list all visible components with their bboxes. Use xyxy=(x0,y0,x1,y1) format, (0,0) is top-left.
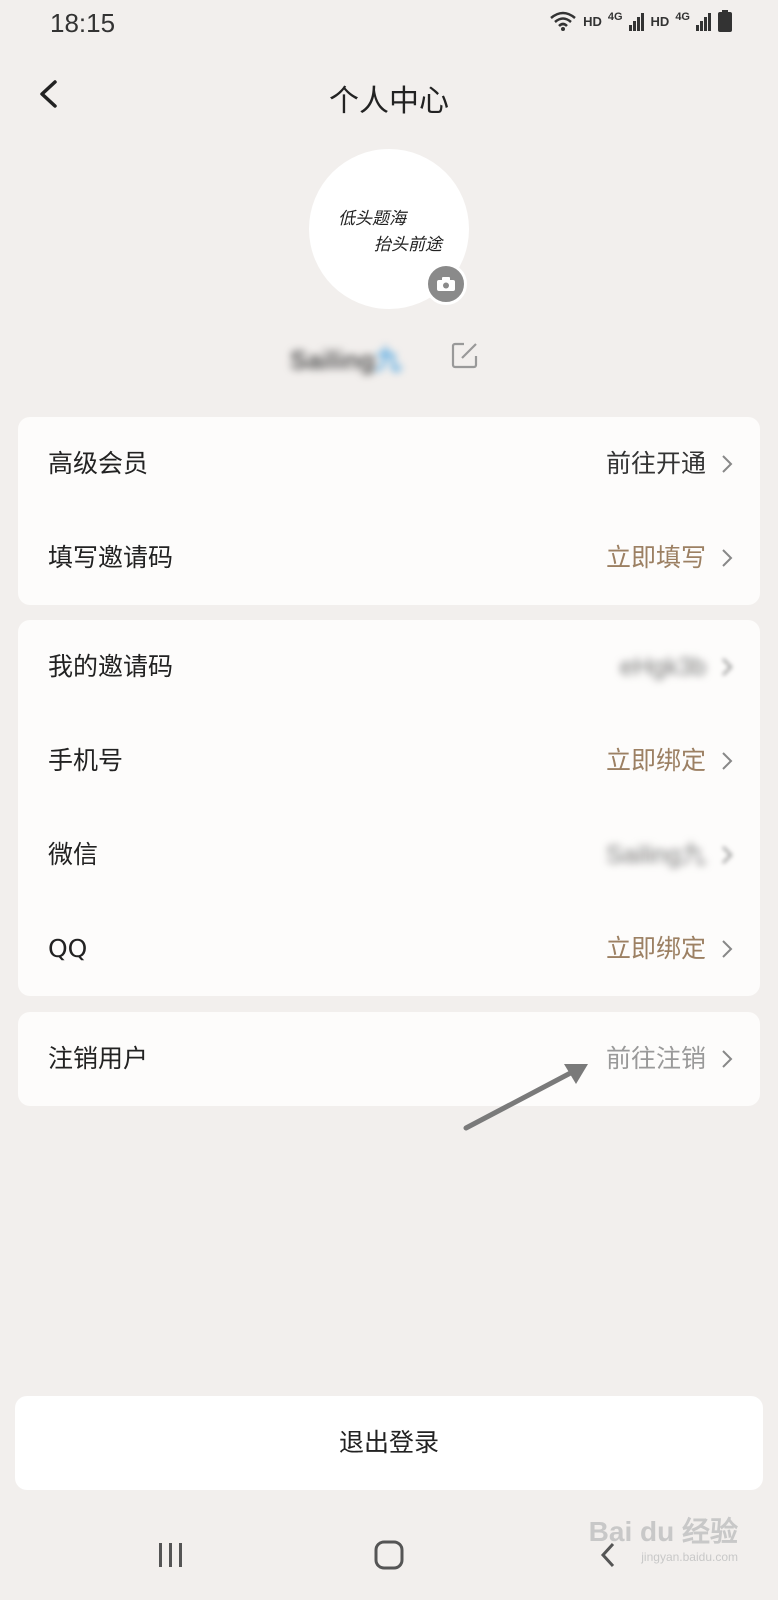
row-label: 手机号 xyxy=(48,746,124,775)
chevron-right-icon xyxy=(722,940,733,958)
network-type-1: 4G xyxy=(607,11,623,23)
page-title: 个人中心 xyxy=(329,84,449,119)
account-deletion-card: 注销用户 前往注销 xyxy=(18,1012,760,1106)
signal-icon-1 xyxy=(628,13,644,31)
row-enter-invite-code[interactable]: 填写邀请码 立即填写 xyxy=(18,511,760,605)
avatar-calligraphy: 低头题海 抬头前途 xyxy=(338,209,445,255)
row-value: 立即填写 xyxy=(605,543,706,572)
row-premium-member[interactable]: 高级会员 前往开通 xyxy=(18,417,760,511)
row-qq[interactable]: QQ 立即绑定 xyxy=(18,902,760,996)
wifi-icon xyxy=(550,11,576,31)
battery-icon xyxy=(718,10,732,32)
account-binding-card: 我的邀请码 eHgk3b 手机号 立即绑定 微信 Sailing九 QQ 立即绑… xyxy=(18,620,760,996)
row-label: 微信 xyxy=(48,840,99,869)
recent-apps-button[interactable] xyxy=(141,1530,201,1580)
hd-label-1: HD xyxy=(583,13,602,29)
row-my-invite-code[interactable]: 我的邀请码 eHgk3b xyxy=(18,620,760,714)
row-label: 我的邀请码 xyxy=(48,652,174,681)
row-value: 前往注销 xyxy=(605,1044,706,1073)
username-suffix: 九 xyxy=(375,345,402,375)
home-button[interactable] xyxy=(359,1530,419,1580)
chevron-right-icon xyxy=(722,455,733,473)
avatar-container: 低头题海 抬头前途 xyxy=(309,149,469,309)
row-value: 前往开通 xyxy=(605,449,706,478)
edit-icon[interactable] xyxy=(450,340,480,370)
username: Sailing九 xyxy=(290,340,401,377)
annotation-arrow-icon xyxy=(463,1064,588,1131)
watermark: Bai du 经验 jingyan.baidu.com xyxy=(589,1510,738,1564)
row-value: Sailing九 xyxy=(605,841,706,869)
chevron-right-icon xyxy=(722,752,733,770)
watermark-url: jingyan.baidu.com xyxy=(641,1550,738,1564)
avatar-text-line2: 抬头前途 xyxy=(374,235,445,255)
row-wechat[interactable]: 微信 Sailing九 xyxy=(18,808,760,902)
username-row: Sailing九 xyxy=(290,336,510,380)
watermark-logo: Bai du 经验 xyxy=(588,1516,738,1547)
row-phone[interactable]: 手机号 立即绑定 xyxy=(18,714,760,808)
row-value: 立即绑定 xyxy=(605,746,706,775)
network-type-2: 4G xyxy=(675,11,690,23)
avatar-text-line1: 低头题海 xyxy=(338,209,409,229)
chevron-right-icon xyxy=(722,846,733,864)
logout-button[interactable]: 退出登录 xyxy=(15,1396,763,1490)
row-value: eHgk3b xyxy=(619,653,706,681)
row-delete-account[interactable]: 注销用户 前往注销 xyxy=(18,1012,760,1106)
row-value: 立即绑定 xyxy=(605,934,706,963)
hd-label-2: HD xyxy=(650,13,670,29)
change-avatar-button[interactable] xyxy=(425,263,467,305)
row-label: 填写邀请码 xyxy=(48,543,174,572)
camera-icon xyxy=(437,277,455,291)
chevron-right-icon xyxy=(722,549,733,567)
membership-card: 高级会员 前往开通 填写邀请码 立即填写 xyxy=(18,417,760,605)
recent-apps-icon xyxy=(159,1543,182,1567)
header: 个人中心 xyxy=(0,66,778,126)
row-label: 注销用户 xyxy=(48,1044,149,1073)
row-label: QQ xyxy=(48,934,88,963)
status-icons: HD 4G HD 4G xyxy=(549,10,732,32)
status-time: 18:15 xyxy=(50,8,116,38)
signal-icon-2 xyxy=(696,13,711,31)
home-icon xyxy=(374,1540,404,1570)
status-bar: 18:15 HD 4G HD 4G xyxy=(0,0,778,48)
chevron-right-icon xyxy=(722,1050,733,1068)
row-label: 高级会员 xyxy=(48,449,149,478)
chevron-right-icon xyxy=(722,658,733,676)
username-text: Sailing xyxy=(290,345,376,375)
